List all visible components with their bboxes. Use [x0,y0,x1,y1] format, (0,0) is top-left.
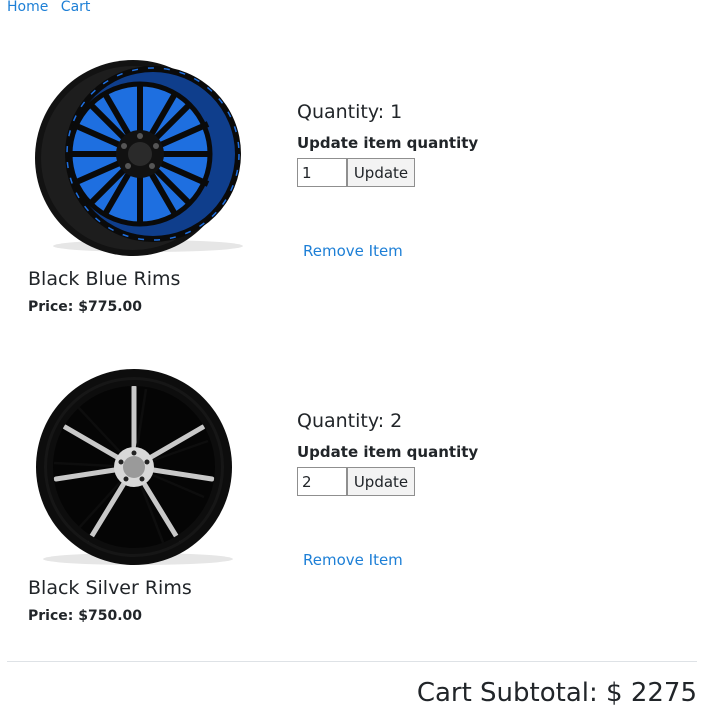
product-price: Price: $775.00 [28,299,142,315]
nav-home-link[interactable]: Home [7,0,48,15]
quantity-input[interactable] [297,467,347,496]
wheel-image [35,60,243,256]
cart-page: Home Cart Black Blue Rims Price: $775.00… [0,0,715,728]
nav-cart-link[interactable]: Cart [61,0,91,15]
product-image-black-blue-rim [28,58,243,258]
cart-item: Black Silver Rims Price: $750.00 Quantit… [0,367,715,657]
quantity-input[interactable] [297,158,347,187]
cart-subtotal: Cart Subtotal: $ 2275 [416,678,697,708]
product-image-black-silver-rim [28,367,243,567]
divider [7,661,697,662]
remove-item-link[interactable]: Remove Item [303,242,403,260]
quantity-title: Quantity: 1 [297,101,403,123]
product-price: Price: $750.00 [28,608,142,624]
cart-item: Black Blue Rims Price: $775.00 Quantity:… [0,58,715,348]
update-button[interactable]: Update [347,158,415,187]
wheel-image [36,369,233,565]
remove-item-link[interactable]: Remove Item [303,551,403,569]
product-name: Black Blue Rims [28,268,181,290]
update-button[interactable]: Update [347,467,415,496]
update-quantity-label: Update item quantity [297,443,479,461]
update-quantity-label: Update item quantity [297,134,479,152]
product-name: Black Silver Rims [28,577,192,599]
quantity-title: Quantity: 2 [297,410,403,432]
top-nav: Home Cart [7,0,98,15]
